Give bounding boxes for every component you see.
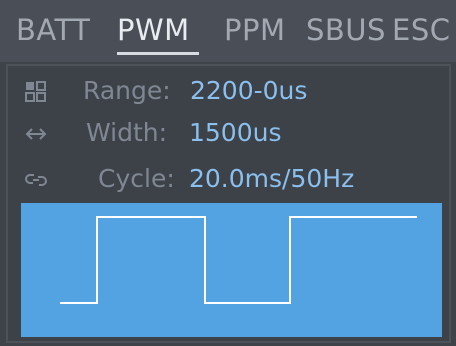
range-value: 2200-0us <box>190 76 308 105</box>
cycle-link-icon <box>24 169 48 193</box>
active-tab-indicator <box>117 52 199 55</box>
range-row: Range: 2200-0us <box>0 73 440 109</box>
arrows-horizontal-icon <box>24 123 48 147</box>
width-row: Width: 1500us <box>0 115 440 151</box>
tab-esc[interactable]: ESC <box>392 12 450 48</box>
square-wave-line <box>60 216 417 304</box>
pwm-waveform-display <box>21 203 442 337</box>
tab-batt[interactable]: BATT <box>16 12 90 48</box>
tab-bar: BATT PWM PPM SBUS ESC <box>0 0 456 62</box>
range-label: Range: <box>83 76 171 105</box>
width-value: 1500us <box>189 118 282 147</box>
tab-sbus[interactable]: SBUS <box>306 12 386 48</box>
cycle-label: Cycle: <box>98 164 175 193</box>
pwm-waveform <box>60 216 417 304</box>
width-label: Width: <box>86 118 168 147</box>
tab-pwm[interactable]: PWM <box>117 12 190 48</box>
grid-icon <box>25 81 49 105</box>
tab-ppm[interactable]: PPM <box>224 12 286 48</box>
cycle-value: 20.0ms/50Hz <box>189 164 355 193</box>
device-screen: BATT PWM PPM SBUS ESC Range: 2200-0us Wi… <box>0 0 456 346</box>
cycle-row: Cycle: 20.0ms/50Hz <box>0 161 440 197</box>
